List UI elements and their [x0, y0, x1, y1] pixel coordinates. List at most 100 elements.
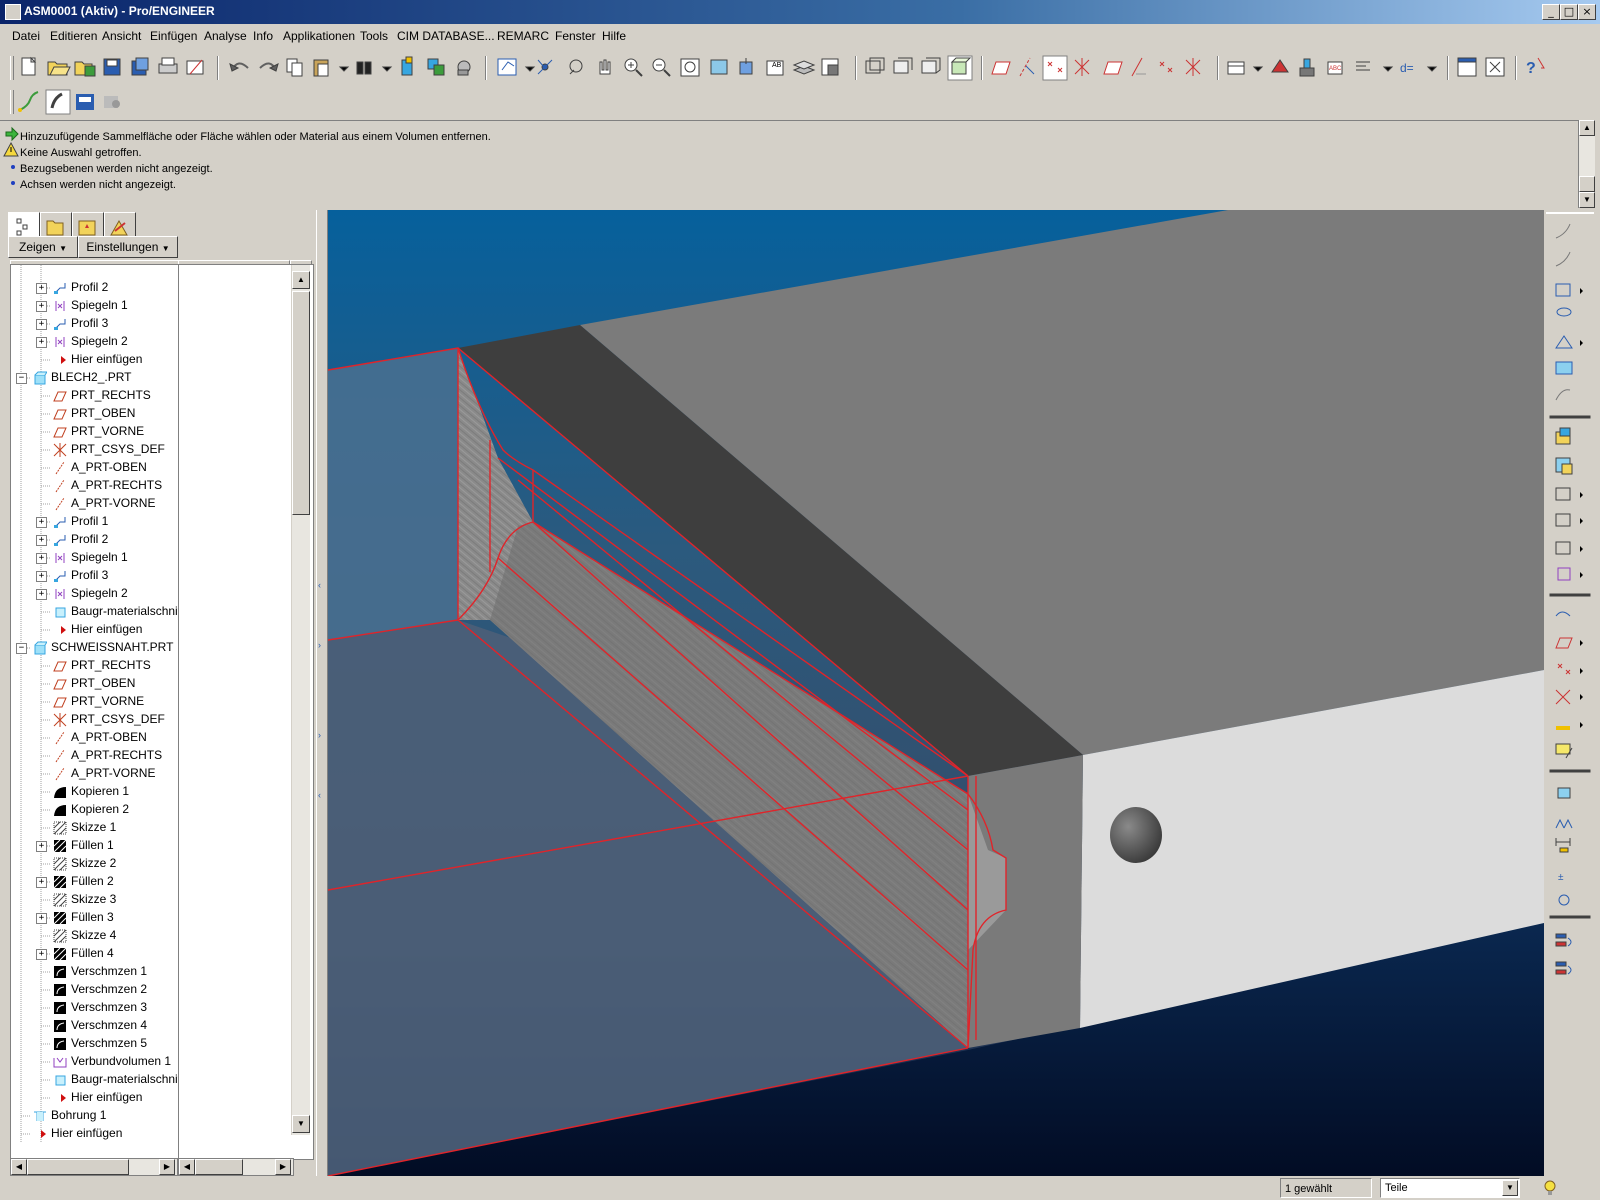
- saved-views-icon[interactable]: AB: [766, 60, 784, 76]
- tree-item[interactable]: PRT_OBEN: [11, 405, 179, 423]
- find-icon[interactable]: [356, 61, 393, 75]
- csys-tool-icon[interactable]: [1185, 58, 1201, 76]
- tree-item[interactable]: Verschmzen 2: [11, 981, 179, 999]
- tolerance-icon[interactable]: ±: [1558, 872, 1564, 883]
- scroll-left-icon[interactable]: ◀: [11, 1159, 27, 1175]
- redo-icon[interactable]: [259, 62, 279, 72]
- tree-item[interactable]: + Spiegeln 2: [11, 333, 179, 351]
- open-folder-icon[interactable]: [47, 61, 71, 76]
- tree-item[interactable]: Kopieren 2: [11, 801, 179, 819]
- layers-icon[interactable]: [792, 60, 816, 75]
- tree-item[interactable]: Skizze 1: [11, 819, 179, 837]
- menu-editieren[interactable]: Editieren: [50, 29, 97, 43]
- expand-right-icon[interactable]: ›: [318, 640, 321, 650]
- scroll-down-icon[interactable]: ▼: [292, 1115, 310, 1133]
- scroll-thumb[interactable]: [1579, 176, 1595, 192]
- zoom-in-icon[interactable]: [624, 58, 643, 77]
- tree-item[interactable]: A_PRT-VORNE: [11, 765, 179, 783]
- datum-plane-tool-icon[interactable]: [1103, 61, 1123, 75]
- tree-item[interactable]: Verbundvolumen 1: [11, 1053, 179, 1071]
- tree-item[interactable]: PRT_RECHTS: [11, 387, 179, 405]
- tree-item[interactable]: + Füllen 1: [11, 837, 179, 855]
- plane-tool-icon[interactable]: [1555, 637, 1583, 649]
- tree-item[interactable]: + Profil 2: [11, 531, 179, 549]
- reorder-features-icon[interactable]: [1555, 933, 1572, 947]
- expand-node-icon[interactable]: +: [36, 517, 47, 528]
- dimension-icon[interactable]: [1555, 838, 1571, 853]
- wireframe-icon[interactable]: [865, 57, 885, 74]
- tree-item[interactable]: Hier einfügen: [11, 1089, 179, 1107]
- tree-item[interactable]: Verschmzen 5: [11, 1035, 179, 1053]
- feature-list-icon[interactable]: [457, 60, 471, 76]
- expand-node-icon[interactable]: +: [36, 949, 47, 960]
- tree-item[interactable]: Hier einfügen: [11, 351, 179, 369]
- tree-item[interactable]: PRT_RECHTS: [11, 657, 179, 675]
- menu-ansicht[interactable]: Ansicht: [102, 29, 141, 43]
- zoom-fit-icon[interactable]: [680, 58, 700, 77]
- expand-node-icon[interactable]: +: [36, 319, 47, 330]
- repaint-icon[interactable]: [710, 59, 728, 75]
- show-dropdown-button[interactable]: Zeigen ▼: [8, 236, 78, 258]
- expand-node-icon[interactable]: +: [36, 589, 47, 600]
- lightbulb-icon[interactable]: [1544, 1180, 1556, 1195]
- info-icon[interactable]: [1356, 61, 1394, 72]
- geometry-check-icon[interactable]: [1299, 58, 1315, 77]
- panel-sash[interactable]: ‹ › › ‹: [316, 210, 328, 1176]
- tree-item[interactable]: Baugr-materialschnitt ID: [11, 1071, 179, 1089]
- tree-vertical-scrollbar[interactable]: ▲ ▼: [291, 265, 310, 1135]
- minimize-icon[interactable]: _: [1542, 4, 1560, 20]
- tree-item[interactable]: − BLECH2_.PRT: [11, 369, 179, 387]
- paste-icon[interactable]: [313, 59, 350, 77]
- tree-item[interactable]: + Spiegeln 1: [11, 549, 179, 567]
- appearance-icon[interactable]: [821, 58, 839, 76]
- extrude-icon[interactable]: [1555, 335, 1583, 349]
- scroll-right-icon[interactable]: ▶: [275, 1159, 291, 1175]
- round-icon[interactable]: [1555, 541, 1583, 555]
- tree-horizontal-scrollbar[interactable]: ◀ ▶: [10, 1158, 178, 1176]
- expand-node-icon[interactable]: +: [36, 913, 47, 924]
- tree-item[interactable]: Skizze 4: [11, 927, 179, 945]
- tree-item[interactable]: A_PRT-OBEN: [11, 459, 179, 477]
- collapse-node-icon[interactable]: −: [16, 643, 27, 654]
- menu-datei[interactable]: Datei: [12, 29, 40, 43]
- chamfer-icon[interactable]: [1557, 567, 1583, 581]
- sketch-relations-icon[interactable]: [537, 59, 553, 75]
- blend-icon[interactable]: [1555, 389, 1571, 401]
- draft-icon[interactable]: [1555, 513, 1583, 527]
- relations-icon[interactable]: d=: [1400, 61, 1438, 75]
- expand-node-icon[interactable]: +: [36, 877, 47, 888]
- tree-item[interactable]: + Spiegeln 1: [11, 297, 179, 315]
- csys-icon[interactable]: [1074, 58, 1090, 76]
- window-activate-icon[interactable]: [1457, 57, 1477, 77]
- sketch-plane-icon[interactable]: [1555, 223, 1571, 239]
- assemble-icon[interactable]: [1557, 787, 1571, 799]
- tree-item[interactable]: Hier einfügen: [11, 1125, 179, 1143]
- shading-icon[interactable]: [947, 55, 973, 81]
- menu-applikationen[interactable]: Applikationen: [283, 29, 355, 43]
- window-close-icon[interactable]: [1485, 57, 1505, 77]
- expand-node-icon[interactable]: +: [36, 553, 47, 564]
- context-help-icon[interactable]: ?: [1526, 57, 1545, 77]
- expand-node-icon[interactable]: +: [36, 571, 47, 582]
- insert-mode-icon[interactable]: [1555, 961, 1572, 975]
- hidden-line-icon[interactable]: [893, 57, 913, 74]
- send-mail-icon[interactable]: [186, 59, 204, 75]
- shell-icon[interactable]: [1555, 457, 1573, 475]
- expand-node-icon[interactable]: +: [36, 535, 47, 546]
- scroll-thumb[interactable]: [195, 1159, 243, 1175]
- tree-item[interactable]: + Füllen 2: [11, 873, 179, 891]
- collapse-node-icon[interactable]: −: [16, 373, 27, 384]
- save-copy-icon[interactable]: [131, 57, 149, 76]
- open-session-icon[interactable]: [74, 61, 96, 77]
- revolve-icon[interactable]: [1556, 307, 1572, 317]
- message-scrollbar[interactable]: ▲ ▼: [1578, 120, 1595, 208]
- regen-manager-icon[interactable]: [427, 58, 445, 76]
- scroll-up-icon[interactable]: ▲: [292, 271, 310, 289]
- tree-item[interactable]: PRT_VORNE: [11, 693, 179, 711]
- mechanism-icon[interactable]: [1558, 894, 1570, 906]
- menu-hilfe[interactable]: Hilfe: [602, 29, 626, 43]
- tree-item[interactable]: Verschmzen 4: [11, 1017, 179, 1035]
- regenerate-icon[interactable]: [401, 56, 413, 76]
- menu-fenster[interactable]: Fenster: [555, 29, 596, 43]
- save-icon[interactable]: [103, 58, 121, 76]
